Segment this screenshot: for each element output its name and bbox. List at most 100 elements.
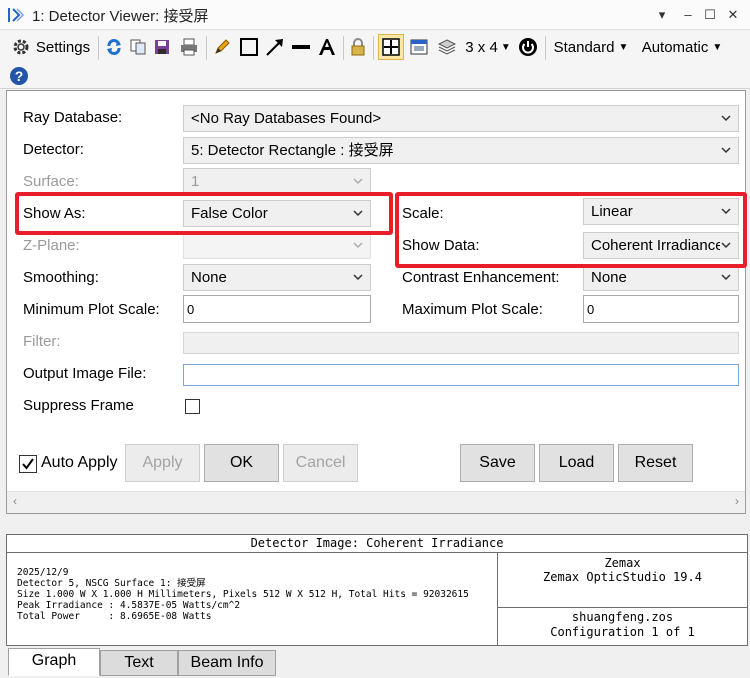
settings-gear-icon [13,39,29,55]
layout-label: 3 x 4 [465,38,498,56]
settings-button[interactable]: Settings [8,35,94,59]
contrast-enhancement-value: None [591,269,627,286]
detector-image-area: Detector Image: Coherent Irradiance 2025… [6,534,748,646]
report-line: Detector 5, NSCG Surface 1: 接受屏 [17,578,206,589]
close-icon[interactable]: ✕ [724,6,742,24]
max-plot-scale-input[interactable] [583,295,739,323]
window-title: 1: Detector Viewer: 接受屏 [32,8,209,25]
scroll-right-icon[interactable]: › [735,494,739,508]
suppress-frame-checkbox[interactable] [185,399,200,414]
cancel-button[interactable]: Cancel [283,444,358,482]
min-plot-scale-label: Minimum Plot Scale: [23,301,160,318]
settings-panel: Ray Database: <No Ray Databases Found> D… [6,90,747,514]
ok-button[interactable]: OK [204,444,279,482]
dropdown-icon[interactable]: ▾ [653,6,671,24]
contrast-enhancement-label: Contrast Enhancement: [402,269,560,286]
standard-label: Standard [553,38,615,56]
auto-apply-label: Auto Apply [41,454,118,471]
chevron-down-icon [353,242,363,249]
vendor-text: Zemax [604,556,641,570]
output-image-file-label: Output Image File: [23,365,147,382]
detector-image-title: Detector Image: Coherent Irradiance [7,535,747,553]
surface-dropdown: 1 [183,168,371,195]
opticstudio-app-icon [8,8,25,22]
report-line: 2025/12/9 [17,567,69,578]
tab-beam-info[interactable]: Beam Info [178,650,276,676]
window-layout-icon[interactable] [408,35,430,59]
horizontal-scrollbar[interactable]: ‹ › [7,491,745,513]
bottom-tabs: Graph Text Beam Info [0,648,750,678]
chevron-down-icon: ▼ [712,41,723,53]
chevron-down-icon [721,115,731,122]
line-icon[interactable] [290,35,312,59]
contrast-enhancement-dropdown[interactable]: None [583,264,739,291]
highlight-scale-show-data [395,192,747,268]
chevron-down-icon: ▼ [618,41,629,53]
settings-label: Settings [35,38,91,56]
product-text: Zemax OpticStudio 19.4 [543,570,702,584]
fit-view-icon[interactable] [378,34,404,60]
detector-dropdown[interactable]: 5: Detector Rectangle : 接受屏 [183,137,739,164]
file-name-text: shuangfeng.zos [571,610,674,624]
help-icon[interactable]: ? [8,64,30,88]
filter-label: Filter: [23,333,61,350]
max-plot-scale-label: Maximum Plot Scale: [402,301,543,318]
smoothing-value: None [191,269,227,286]
report-text: 2025/12/9 Detector 5, NSCG Surface 1: 接受屏… [17,567,469,622]
copy-icon[interactable] [128,35,148,59]
ray-database-value: <No Ray Databases Found> [191,110,382,127]
automatic-label: Automatic [641,38,709,56]
standard-dropdown[interactable]: Standard ▼ [550,35,632,59]
min-plot-scale-input[interactable] [183,295,371,323]
print-icon[interactable] [178,35,200,59]
z-plane-label: Z-Plane: [23,237,80,254]
z-plane-dropdown [183,232,371,259]
layers-icon[interactable] [436,35,458,59]
save-button[interactable]: Save [460,444,535,482]
scroll-left-icon[interactable]: ‹ [13,494,17,508]
svg-text:?: ? [15,68,24,84]
power-icon[interactable] [516,35,540,59]
chevron-down-icon [353,178,363,185]
apply-button[interactable]: Apply [125,444,200,482]
arrow-line-icon[interactable] [264,35,286,59]
checkmark-icon [22,458,34,470]
text-tool-icon[interactable] [316,35,338,59]
configuration-text: Configuration 1 of 1 [550,625,695,639]
smoothing-label: Smoothing: [23,269,99,286]
maximize-icon[interactable]: ☐ [701,6,719,24]
chevron-down-icon [721,274,731,281]
save-disk-icon[interactable] [152,35,172,59]
lock-icon[interactable] [348,35,368,59]
auto-apply-checkbox[interactable] [19,455,37,473]
chevron-down-icon: ▼ [500,41,511,53]
report-line: Total Power : 8.6965E-08 Watts [17,611,212,622]
surface-value: 1 [191,173,200,190]
chevron-down-icon [721,147,731,154]
load-button[interactable]: Load [539,444,614,482]
ray-database-dropdown[interactable]: <No Ray Databases Found> [183,105,739,132]
rectangle-icon[interactable] [238,35,260,59]
automatic-dropdown[interactable]: Automatic ▼ [636,35,728,59]
tab-text[interactable]: Text [100,650,178,676]
output-image-file-input[interactable] [183,364,739,386]
layout-dropdown[interactable]: 3 x 4 ▼ [462,35,514,59]
minimize-icon[interactable]: ‒ [679,6,697,24]
filter-input [183,332,739,354]
reset-button[interactable]: Reset [618,444,693,482]
report-line: Peak Irradiance : 4.5837E-05 Watts/cm^2 [17,600,241,611]
highlight-show-as [15,192,393,235]
surface-label: Surface: [23,173,79,190]
pencil-icon[interactable] [212,35,232,59]
report-line: Size 1.000 W X 1.000 H Millimeters, Pixe… [17,589,469,600]
detector-value: 5: Detector Rectangle : 接受屏 [191,142,394,159]
title-bar: 1: Detector Viewer: 接受屏 ▾ ‒ ☐ ✕ [0,0,750,30]
tab-graph[interactable]: Graph [8,648,100,676]
ray-database-label: Ray Database: [23,109,123,126]
chevron-down-icon [353,274,363,281]
smoothing-dropdown[interactable]: None [183,264,371,291]
refresh-icon[interactable] [104,35,124,59]
toolbar: Settings 3 x 4 ▼ Standard ▼ Automatic ▼ … [0,31,750,89]
suppress-frame-label: Suppress Frame [23,397,134,414]
detector-label: Detector: [23,141,84,158]
